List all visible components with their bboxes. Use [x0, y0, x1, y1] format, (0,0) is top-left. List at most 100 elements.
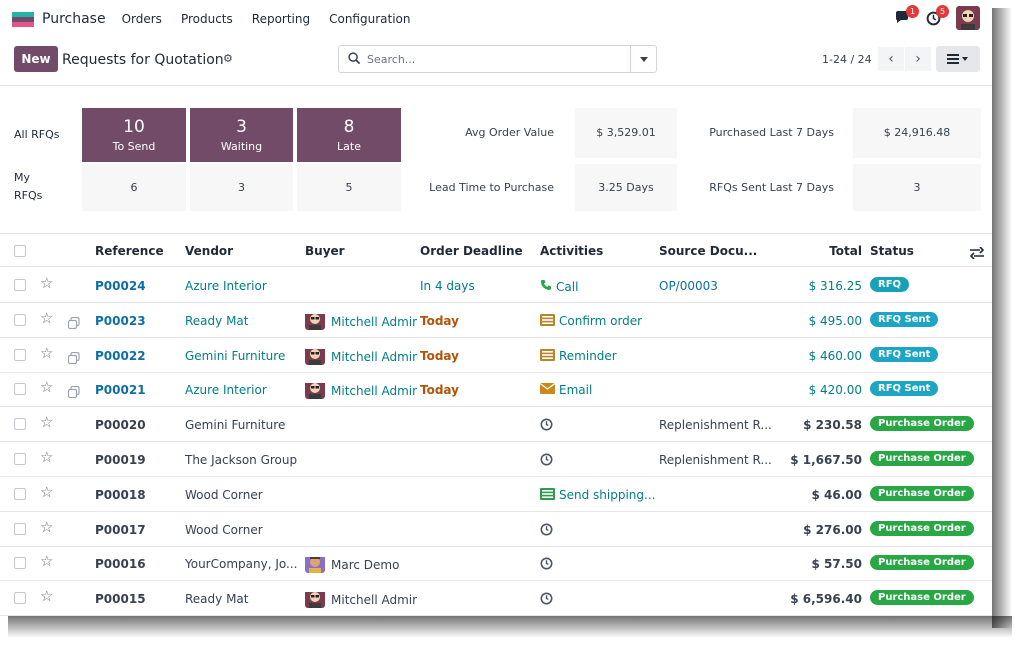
- cell-reference[interactable]: P00016: [95, 557, 183, 571]
- tile-my-late[interactable]: 5: [297, 164, 401, 211]
- cell-reference[interactable]: P00023: [95, 314, 183, 328]
- table-row[interactable]: ☆ P00022 Gemini Furniture Mitchell Admin Tod…: [0, 338, 992, 373]
- table-row[interactable]: ☆ P00015 Ready Mat Mitchell Admin $ 6,596.40…: [0, 581, 992, 616]
- caret-down-icon: [639, 56, 648, 62]
- row-checkbox[interactable]: [14, 279, 26, 291]
- star-icon[interactable]: ☆: [40, 518, 53, 536]
- cell-reference[interactable]: P00021: [95, 383, 183, 397]
- status-badge: Purchase Order: [870, 590, 974, 606]
- tile-my-to-send[interactable]: 6: [82, 164, 186, 211]
- tile-to-send[interactable]: 10 To Send: [82, 108, 186, 162]
- gear-icon[interactable]: ⚙: [223, 52, 233, 65]
- tile-waiting[interactable]: 3 Waiting: [190, 108, 293, 162]
- cell-activity[interactable]: [540, 557, 656, 573]
- star-icon[interactable]: ☆: [40, 587, 53, 605]
- app-name[interactable]: Purchase: [42, 11, 106, 27]
- cell-activity[interactable]: Confirm order: [540, 313, 656, 329]
- cell-activity[interactable]: [540, 418, 656, 434]
- new-button[interactable]: New: [14, 46, 58, 72]
- row-checkbox[interactable]: [14, 383, 26, 396]
- cell-activity[interactable]: Email: [540, 383, 656, 397]
- cell-activity[interactable]: Reminder: [540, 348, 656, 364]
- pager-next-button[interactable]: ›: [905, 47, 931, 71]
- cell-reference[interactable]: P00017: [95, 523, 183, 537]
- row-checkbox[interactable]: [14, 592, 26, 605]
- cell-reference[interactable]: P00022: [95, 349, 183, 363]
- row-checkbox[interactable]: [14, 522, 26, 535]
- menu-reporting[interactable]: Reporting: [252, 12, 310, 26]
- status-badge: Purchase Order: [870, 555, 974, 571]
- table-row[interactable]: ☆ P00023 Ready Mat Mitchell Admin Today Confi…: [0, 303, 992, 338]
- cell-reference[interactable]: P00015: [95, 592, 183, 606]
- cell-reference[interactable]: P00018: [95, 488, 183, 502]
- pager-value[interactable]: 1-24 / 24: [822, 53, 872, 66]
- status-badge: RFQ: [870, 277, 910, 292]
- tile-late[interactable]: 8 Late: [297, 108, 401, 162]
- star-icon[interactable]: ☆: [40, 413, 53, 431]
- cell-total: $ 1,667.50: [790, 453, 862, 467]
- row-checkbox[interactable]: [14, 348, 26, 361]
- column-status[interactable]: Status: [870, 244, 914, 258]
- column-source-document[interactable]: Source Docu...: [659, 244, 757, 258]
- search-bar[interactable]: [338, 45, 657, 73]
- column-order-deadline[interactable]: Order Deadline: [420, 244, 523, 258]
- duplicate-icon[interactable]: [67, 314, 80, 333]
- menu-products[interactable]: Products: [181, 12, 233, 26]
- pager-previous-button[interactable]: ‹: [878, 47, 904, 71]
- duplicate-icon[interactable]: [67, 349, 80, 368]
- cell-reference[interactable]: P00020: [95, 418, 183, 432]
- search-input[interactable]: [367, 50, 629, 68]
- row-checkbox[interactable]: [14, 418, 26, 431]
- cell-activity[interactable]: [540, 453, 656, 469]
- status-badge: Purchase Order: [870, 451, 974, 466]
- column-total[interactable]: Total: [770, 244, 862, 258]
- cell-source-document: OP/00003: [659, 279, 718, 293]
- column-reference[interactable]: Reference: [95, 244, 164, 258]
- cell-reference[interactable]: P00019: [95, 453, 183, 467]
- activity-label: Confirm order: [559, 314, 643, 329]
- tile-my-waiting[interactable]: 3: [190, 164, 293, 211]
- view-switcher-button[interactable]: [936, 46, 980, 72]
- clock-icon: [540, 592, 553, 608]
- purchase-app-icon[interactable]: [12, 11, 34, 27]
- menu-orders[interactable]: Orders: [122, 12, 162, 26]
- table-row[interactable]: ☆ P00018 Wood Corner Send shipping... $ 46.0…: [0, 477, 992, 512]
- column-vendor[interactable]: Vendor: [185, 244, 233, 258]
- row-checkbox[interactable]: [14, 453, 26, 465]
- cell-activity[interactable]: [540, 592, 656, 608]
- cell-activity[interactable]: Call: [540, 279, 656, 294]
- table-row[interactable]: ☆ P00024 Azure Interior In 4 days Call OP/000…: [0, 268, 992, 303]
- user-avatar[interactable]: [956, 6, 980, 30]
- page-title[interactable]: Requests for Quotation: [62, 52, 224, 68]
- table-row[interactable]: ☆ P00016 YourCompany, Jo... Marc Demo $ 57.5…: [0, 546, 992, 582]
- table-row[interactable]: ☆ P00020 Gemini Furniture Replenishment R..…: [0, 407, 992, 443]
- control-panel: New Requests for Quotation ⚙ 1-24 / 24 ‹…: [0, 38, 992, 86]
- star-icon[interactable]: ☆: [40, 448, 53, 466]
- cell-vendor: Ready Mat: [185, 313, 249, 328]
- cell-activity[interactable]: Send shipping...: [540, 487, 656, 503]
- column-activities[interactable]: Activities: [540, 244, 603, 258]
- search-icon: [348, 52, 361, 65]
- star-icon[interactable]: ☆: [40, 552, 53, 570]
- table-row[interactable]: ☆ P00017 Wood Corner $ 276.00 Purchase Order: [0, 512, 992, 547]
- activities-button[interactable]: 5: [920, 5, 949, 30]
- table-row[interactable]: ☆ P00019 The Jackson Group Replenishment R.…: [0, 442, 992, 477]
- optional-columns-toggle[interactable]: [969, 244, 985, 263]
- row-checkbox[interactable]: [14, 557, 26, 570]
- star-icon[interactable]: ☆: [40, 274, 53, 292]
- star-icon[interactable]: ☆: [40, 378, 53, 396]
- cell-reference[interactable]: P00024: [95, 279, 183, 293]
- table-row[interactable]: ☆ P00021 Azure Interior Mitchell Admin Today…: [0, 372, 992, 408]
- duplicate-icon[interactable]: [67, 383, 80, 402]
- row-checkbox[interactable]: [14, 313, 26, 326]
- row-checkbox[interactable]: [14, 487, 26, 500]
- select-all-checkbox[interactable]: [14, 245, 26, 257]
- menu-configuration[interactable]: Configuration: [329, 12, 410, 26]
- cell-activity[interactable]: [540, 523, 656, 539]
- star-icon[interactable]: ☆: [40, 483, 53, 501]
- messages-button[interactable]: 1: [890, 5, 919, 30]
- column-buyer[interactable]: Buyer: [305, 244, 345, 258]
- star-icon[interactable]: ☆: [40, 309, 53, 327]
- search-options-toggle[interactable]: [630, 46, 656, 72]
- star-icon[interactable]: ☆: [40, 344, 53, 362]
